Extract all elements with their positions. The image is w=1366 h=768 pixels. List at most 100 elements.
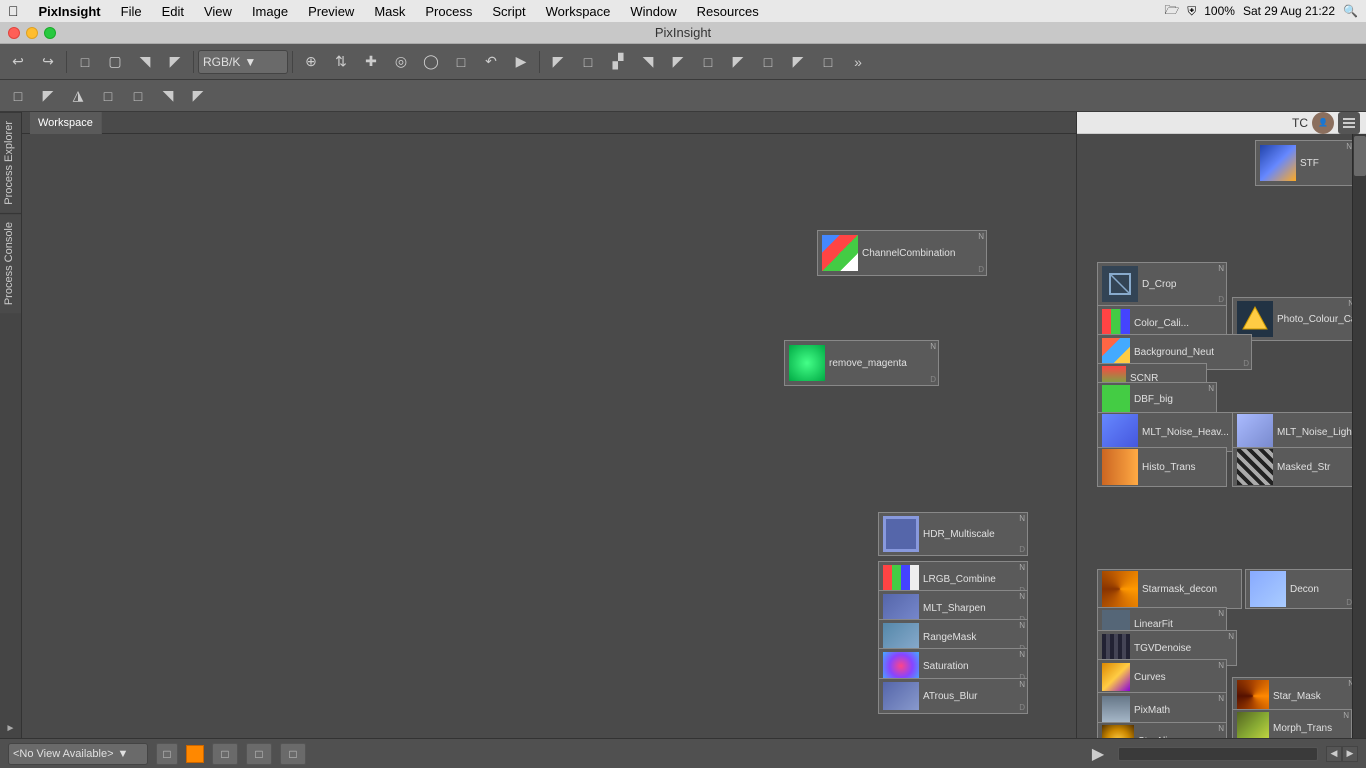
view-mode-1[interactable]: □ (212, 743, 238, 765)
scroll-right-btn[interactable]: ▶ (1342, 746, 1358, 762)
node-histo-trans[interactable]: Histo_Trans (1097, 447, 1227, 487)
menu-file[interactable]: File (117, 4, 146, 19)
process-console-tab[interactable]: Process Console (0, 213, 21, 313)
node-mlt-noise-heavy[interactable]: MLT_Noise_Heav... (1097, 412, 1237, 452)
menu-mask[interactable]: Mask (370, 4, 409, 19)
tb-view-2[interactable]: □ (574, 48, 602, 76)
tb-view-4[interactable]: ◥ (634, 48, 662, 76)
node-decon[interactable]: Decon D (1245, 569, 1355, 609)
node-d-crop[interactable]: N D_Crop D (1097, 262, 1227, 306)
tb-tool-2[interactable]: ⇅ (327, 48, 355, 76)
background-neut-icon (1102, 338, 1130, 366)
tb-view-1[interactable]: ◤ (544, 48, 572, 76)
second-toolbar: □ ◤ ◮ □ □ ◥ ◤ (0, 80, 1366, 112)
dropbox-icon: 🗁 (1164, 1, 1179, 22)
menu-resources[interactable]: Resources (693, 4, 763, 19)
user-avatar[interactable]: 👤 (1312, 112, 1334, 134)
menu-view[interactable]: View (200, 4, 236, 19)
workspace-tab[interactable]: Workspace (30, 112, 102, 134)
tb-view-10[interactable]: □ (814, 48, 842, 76)
menu-image[interactable]: Image (248, 4, 292, 19)
panel-icon[interactable] (1338, 112, 1360, 134)
tb-tool-5[interactable]: ◯ (417, 48, 445, 76)
menu-process[interactable]: Process (421, 4, 476, 19)
maximize-button[interactable] (44, 27, 56, 39)
menu-edit[interactable]: Edit (158, 4, 188, 19)
colorspace-dropdown[interactable]: RGB/K ▼ (198, 50, 288, 74)
menu-window[interactable]: Window (626, 4, 680, 19)
menu-pixinsight[interactable]: PixInsight (35, 4, 105, 19)
tb-btn-4[interactable]: ◤ (161, 48, 189, 76)
pixmath-icon (1102, 696, 1130, 724)
node-curves[interactable]: N Curves (1097, 659, 1227, 695)
lrgb-combine-label: LRGB_Combine (923, 574, 996, 585)
canvas-area[interactable]: Workspace N ChannelCombination D N remov… (22, 112, 1076, 738)
tb2-btn-6[interactable]: ◥ (154, 82, 182, 110)
search-icon[interactable]: 🔍 (1343, 4, 1358, 18)
tgv-denoise-label: TGVDenoise (1134, 643, 1191, 654)
view-toggle-btn[interactable]: □ (156, 743, 178, 765)
tb2-btn-1[interactable]: □ (4, 82, 32, 110)
node-channel-combination[interactable]: N ChannelCombination D (817, 230, 987, 276)
menu-workspace[interactable]: Workspace (542, 4, 615, 19)
node-n-marker: N (930, 342, 936, 351)
window-title: PixInsight (655, 25, 711, 40)
sidebar-collapse-arrow[interactable]: ► (6, 723, 16, 734)
tb-btn-3[interactable]: ◥ (131, 48, 159, 76)
minimize-button[interactable] (26, 27, 38, 39)
tb2-btn-4[interactable]: □ (94, 82, 122, 110)
tb-more[interactable]: » (844, 48, 872, 76)
tb-view-5[interactable]: ◤ (664, 48, 692, 76)
scrollbar-thumb[interactable] (1354, 136, 1366, 176)
node-atrous-blur[interactable]: N ATrous_Blur D (878, 678, 1028, 714)
tb-btn-1[interactable]: □ (71, 48, 99, 76)
node-n-marker: N (1228, 632, 1234, 641)
color-calib-label: Color_Cali... (1134, 318, 1189, 329)
tb-tool-4[interactable]: ◎ (387, 48, 415, 76)
node-morph-trans[interactable]: N Morph_Trans (1232, 709, 1352, 738)
node-hdr-multiscale[interactable]: N HDR_Multiscale D (878, 512, 1028, 556)
tb-view-3[interactable]: ▞ (604, 48, 632, 76)
saturation-label: Saturation (923, 661, 969, 672)
menu-preview[interactable]: Preview (304, 4, 358, 19)
node-masked-str[interactable]: Masked_Str D (1232, 447, 1362, 487)
tb-view-6[interactable]: □ (694, 48, 722, 76)
node-dbf-big[interactable]: N DBF_big (1097, 382, 1217, 416)
redo-button[interactable]: ↪ (34, 48, 62, 76)
menu-script[interactable]: Script (488, 4, 529, 19)
play-button[interactable]: ▶ (1086, 742, 1110, 766)
tb2-btn-5[interactable]: □ (124, 82, 152, 110)
node-starmask-decon[interactable]: Starmask_decon (1097, 569, 1242, 609)
tb-tool-1[interactable]: ⊕ (297, 48, 325, 76)
scroll-left-btn[interactable]: ◀ (1326, 746, 1342, 762)
view-mode-3[interactable]: □ (280, 743, 306, 765)
view-selector-dropdown[interactable]: <No View Available> ▼ (8, 743, 148, 765)
node-mlt-noise-light[interactable]: MLT_Noise_Ligh... (1232, 412, 1362, 452)
tb-view-8[interactable]: □ (754, 48, 782, 76)
cursor-tool[interactable]: ▶ (507, 48, 535, 76)
tb-view-9[interactable]: ◤ (784, 48, 812, 76)
tb-btn-2[interactable]: ▢ (101, 48, 129, 76)
tb-tool-7[interactable]: ↶ (477, 48, 505, 76)
tb2-btn-2[interactable]: ◤ (34, 82, 62, 110)
pixmath-label: PixMath (1134, 705, 1170, 716)
tb-tool-6[interactable]: □ (447, 48, 475, 76)
view-mode-2[interactable]: □ (246, 743, 272, 765)
mlt-noise-light-icon (1237, 414, 1273, 450)
undo-button[interactable]: ↩ (4, 48, 32, 76)
close-button[interactable] (8, 27, 20, 39)
node-d-marker: D (978, 265, 984, 274)
main-toolbar: ↩ ↪ □ ▢ ◥ ◤ RGB/K ▼ ⊕ ⇅ ✚ ◎ ◯ □ ↶ ▶ ◤ □ … (0, 44, 1366, 80)
node-star-align[interactable]: N StarAlign (1097, 722, 1227, 738)
tb-tool-3[interactable]: ✚ (357, 48, 385, 76)
tb-view-7[interactable]: ◤ (724, 48, 752, 76)
node-stf[interactable]: N STF (1255, 140, 1355, 186)
process-explorer-tab[interactable]: Process Explorer (0, 112, 21, 213)
tb2-btn-7[interactable]: ◤ (184, 82, 212, 110)
right-panel-scrollbar[interactable] (1352, 134, 1366, 738)
node-remove-magenta[interactable]: N remove_magenta D (784, 340, 939, 386)
decon-icon (1250, 571, 1286, 607)
morph-trans-icon (1237, 712, 1269, 738)
tb2-btn-3[interactable]: ◮ (64, 82, 92, 110)
dbf-big-icon (1102, 385, 1130, 413)
